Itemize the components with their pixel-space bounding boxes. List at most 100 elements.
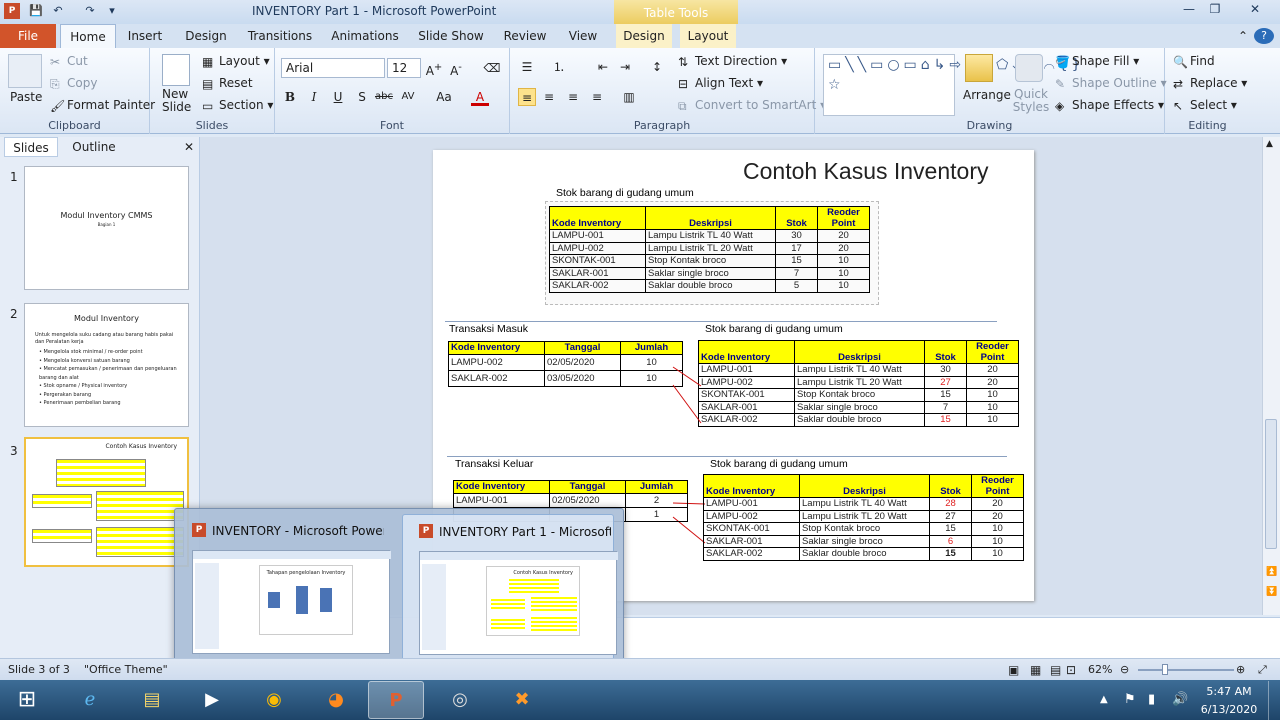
new-slide-icon[interactable] <box>162 54 190 86</box>
network-icon[interactable]: ▮ <box>1148 692 1155 707</box>
tab-design[interactable]: Design <box>180 24 232 48</box>
align-left-icon[interactable]: ≡ <box>518 88 536 106</box>
slide-sorter-icon[interactable]: ▦ <box>1030 663 1041 677</box>
paste-button[interactable]: Paste <box>10 90 42 104</box>
tab-table-layout[interactable]: Layout <box>680 24 736 48</box>
xampp-icon[interactable]: ✖ <box>494 681 550 719</box>
customize-toolbar-icon[interactable]: ▾ <box>104 3 120 19</box>
close-pane-icon[interactable]: ✕ <box>180 137 198 157</box>
format-painter-button[interactable]: 🖌 Format Painter <box>50 98 155 113</box>
show-hidden-icons[interactable]: ▲ <box>1100 694 1108 705</box>
tab-home[interactable]: Home <box>60 24 116 48</box>
slide-thumbnail-3[interactable]: Contoh Kasus Inventory <box>24 437 189 567</box>
tab-transitions[interactable]: Transitions <box>244 24 316 48</box>
font-family-select[interactable]: Arial <box>281 58 385 78</box>
justify-icon[interactable]: ≡ <box>588 88 606 106</box>
media-player-icon[interactable]: ▶ <box>184 681 240 719</box>
window-preview-inventory[interactable]: P INVENTORY - Microsoft PowerP... Tahapa… <box>176 514 391 664</box>
underline-icon[interactable]: U <box>329 88 347 106</box>
clock-date[interactable]: 6/13/2020 <box>1198 703 1260 716</box>
normal-view-icon[interactable]: ▣ <box>1008 663 1019 677</box>
tab-insert[interactable]: Insert <box>122 24 168 48</box>
bold-icon[interactable]: B <box>281 88 299 106</box>
save-icon[interactable]: 💾 <box>28 3 44 19</box>
align-right-icon[interactable]: ≡ <box>564 88 582 106</box>
align-text-button[interactable]: ⊟ Align Text ▾ <box>678 76 763 91</box>
chrome-icon[interactable]: ◉ <box>246 681 302 719</box>
columns-icon[interactable]: ▥ <box>620 88 638 106</box>
powerpoint-taskbar-icon[interactable]: P <box>368 681 424 719</box>
clock-time[interactable]: 5:47 AM <box>1198 685 1260 698</box>
action-center-icon[interactable]: ⚑ <box>1124 692 1136 707</box>
stock-table-3[interactable]: Kode Inventory Deskripsi Stok Reoder Poi… <box>703 474 1024 561</box>
zoom-level[interactable]: 62% <box>1088 663 1112 676</box>
internet-explorer-icon[interactable]: ℯ <box>62 681 118 719</box>
minimize-ribbon-icon[interactable]: ⌃ <box>1234 24 1252 48</box>
start-button[interactable]: ⊞ <box>2 681 52 719</box>
clear-formatting-icon[interactable]: ⌫ <box>483 59 501 77</box>
powerpoint-app-icon[interactable]: P <box>4 3 20 19</box>
reset-button[interactable]: ▤ Reset <box>202 76 253 91</box>
section-button[interactable]: ▭ Section ▾ <box>202 98 273 113</box>
arrange-button[interactable]: Arrange <box>963 88 1011 102</box>
shrink-font-icon[interactable]: A- <box>447 59 465 78</box>
tab-table-design[interactable]: Design <box>616 24 672 48</box>
volume-icon[interactable]: 🔊 <box>1172 692 1188 707</box>
shape-effects-button[interactable]: ◈ Shape Effects ▾ <box>1055 98 1164 113</box>
close-button[interactable]: ✕ <box>1240 2 1270 20</box>
quick-styles-icon[interactable] <box>1015 54 1043 82</box>
next-slide-icon[interactable]: ⏬ <box>1266 587 1277 597</box>
show-desktop-button[interactable] <box>1268 681 1280 720</box>
shapes-gallery[interactable]: ▭╲╲▭○▭⌂↳⇨◇○⬠⤺╲⌒{}☆ <box>823 54 1081 116</box>
font-size-select[interactable]: 12 <box>387 58 421 78</box>
decrease-indent-icon[interactable]: ⇤ <box>594 58 612 76</box>
line-spacing-icon[interactable]: ↕ <box>648 58 666 76</box>
convert-smartart-button[interactable]: ⧉ Convert to SmartArt ▾ <box>678 98 826 113</box>
copy-button[interactable]: ⎘ Copy <box>50 76 97 91</box>
text-shadow-icon[interactable]: S <box>353 88 371 106</box>
scroll-thumb[interactable] <box>1265 419 1277 549</box>
strikethrough-icon[interactable]: abc <box>375 88 393 106</box>
find-button[interactable]: 🔍 Find <box>1173 54 1215 69</box>
zoom-out-icon[interactable]: ⊖ <box>1120 663 1129 676</box>
fit-to-window-icon[interactable]: ⤢ <box>1258 663 1267 677</box>
zoom-in-icon[interactable]: ⊕ <box>1236 663 1245 676</box>
vertical-scrollbar[interactable]: ▲ ⏫ ⏬ <box>1262 137 1280 615</box>
align-center-icon[interactable]: ≡ <box>540 88 558 106</box>
new-slide-button[interactable]: New Slide <box>162 88 198 114</box>
tab-view[interactable]: View <box>562 24 604 48</box>
obs-icon[interactable]: ◎ <box>432 681 488 719</box>
replace-button[interactable]: ⇄ Replace ▾ <box>1173 76 1247 91</box>
tab-animations[interactable]: Animations <box>328 24 402 48</box>
scroll-up-icon[interactable]: ▲ <box>1266 139 1273 149</box>
bullets-icon[interactable]: ☰ <box>518 58 536 76</box>
zoom-slider-thumb[interactable] <box>1162 664 1168 675</box>
increase-indent-icon[interactable]: ⇥ <box>616 58 634 76</box>
slideshow-view-icon[interactable]: ⊡ <box>1066 663 1076 677</box>
tab-review[interactable]: Review <box>500 24 550 48</box>
italic-icon[interactable]: I <box>305 88 323 106</box>
window-preview-inventory-part1[interactable]: P INVENTORY Part 1 - Microsoft P... Cont… <box>402 514 618 664</box>
zoom-slider[interactable] <box>1138 669 1234 671</box>
undo-icon[interactable]: ↶ <box>50 3 66 19</box>
help-icon[interactable]: ? <box>1254 28 1274 44</box>
tab-file[interactable]: File <box>0 24 56 48</box>
change-case-icon[interactable]: Aa <box>435 88 453 106</box>
select-button[interactable]: ↖ Select ▾ <box>1173 98 1237 113</box>
theme-name[interactable]: "Office Theme" <box>84 663 168 676</box>
reading-view-icon[interactable]: ▤ <box>1050 663 1061 677</box>
layout-button[interactable]: ▦ Layout ▾ <box>202 54 270 69</box>
firefox-icon[interactable]: ◕ <box>308 681 364 719</box>
shape-fill-button[interactable]: 🪣 Shape Fill ▾ <box>1055 54 1139 69</box>
restore-button[interactable]: ❐ <box>1203 2 1227 20</box>
text-direction-button[interactable]: ⇅ Text Direction ▾ <box>678 54 787 69</box>
file-explorer-icon[interactable]: ▤ <box>124 681 180 719</box>
paste-icon[interactable] <box>8 54 42 88</box>
slide-thumbnail-1[interactable]: Modul Inventory CMMS Bagian 1 <box>24 166 189 290</box>
numbering-icon[interactable]: ⒈ <box>550 58 568 76</box>
tab-slide-show[interactable]: Slide Show <box>414 24 488 48</box>
character-spacing-icon[interactable]: AV <box>399 88 417 106</box>
font-color-icon[interactable]: A <box>471 88 489 106</box>
grow-font-icon[interactable]: A+ <box>425 59 443 78</box>
minimize-button[interactable]: — <box>1177 2 1201 20</box>
